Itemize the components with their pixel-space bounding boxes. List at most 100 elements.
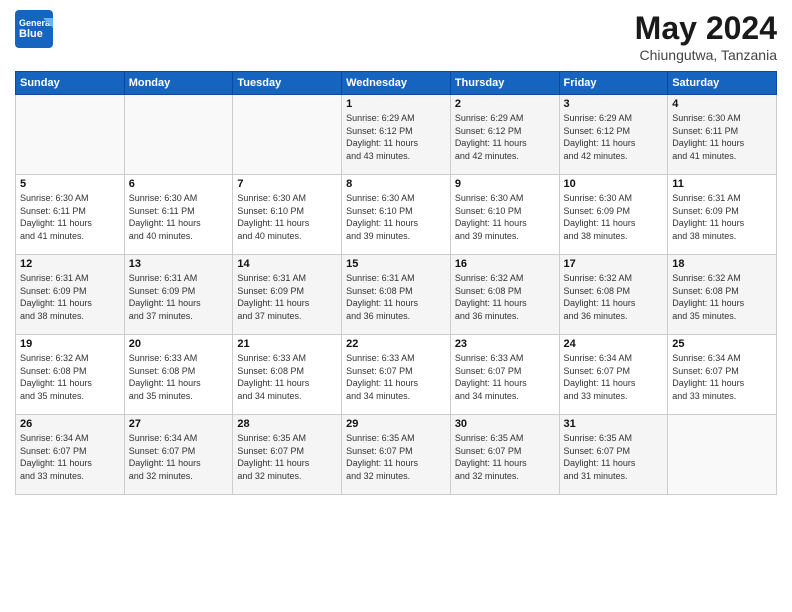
day-detail: Sunrise: 6:30 AM Sunset: 6:10 PM Dayligh… <box>455 192 555 242</box>
calendar-cell: 11 Sunrise: 6:31 AM Sunset: 6:09 PM Dayli… <box>668 175 777 255</box>
calendar-cell: 18 Sunrise: 6:32 AM Sunset: 6:08 PM Dayli… <box>668 255 777 335</box>
day-number: 10 <box>564 178 664 190</box>
day-detail: Sunrise: 6:33 AM Sunset: 6:07 PM Dayligh… <box>455 352 555 402</box>
calendar-cell: 30 Sunrise: 6:35 AM Sunset: 6:07 PM Dayli… <box>450 415 559 495</box>
day-detail: Sunrise: 6:33 AM Sunset: 6:07 PM Dayligh… <box>346 352 446 402</box>
calendar-cell: 1 Sunrise: 6:29 AM Sunset: 6:12 PM Daylig… <box>342 95 451 175</box>
day-detail: Sunrise: 6:29 AM Sunset: 6:12 PM Dayligh… <box>455 112 555 162</box>
calendar-cell: 13 Sunrise: 6:31 AM Sunset: 6:09 PM Dayli… <box>124 255 233 335</box>
day-number: 8 <box>346 178 446 190</box>
day-detail: Sunrise: 6:34 AM Sunset: 6:07 PM Dayligh… <box>672 352 772 402</box>
calendar-cell <box>668 415 777 495</box>
day-number: 17 <box>564 258 664 270</box>
day-detail: Sunrise: 6:34 AM Sunset: 6:07 PM Dayligh… <box>564 352 664 402</box>
calendar-cell: 3 Sunrise: 6:29 AM Sunset: 6:12 PM Daylig… <box>559 95 668 175</box>
calendar-cell: 7Sunrise: 6:30 AM Sunset: 6:10 PM Daylig… <box>233 175 342 255</box>
day-number: 25 <box>672 338 772 350</box>
weekday-header-sunday: Sunday <box>16 72 125 95</box>
logo-icon: General Blue <box>15 10 53 48</box>
day-number: 22 <box>346 338 446 350</box>
day-detail: Sunrise: 6:29 AM Sunset: 6:12 PM Dayligh… <box>564 112 664 162</box>
header: General Blue May 2024 Chiungutwa, Tanzan… <box>15 10 777 63</box>
calendar-cell: 20Sunrise: 6:33 AM Sunset: 6:08 PM Dayli… <box>124 335 233 415</box>
day-number: 23 <box>455 338 555 350</box>
day-number: 20 <box>129 338 229 350</box>
weekday-header-monday: Monday <box>124 72 233 95</box>
day-detail: Sunrise: 6:35 AM Sunset: 6:07 PM Dayligh… <box>564 432 664 482</box>
calendar-cell: 24Sunrise: 6:34 AM Sunset: 6:07 PM Dayli… <box>559 335 668 415</box>
logo: General Blue <box>15 10 55 48</box>
calendar-cell: 16Sunrise: 6:32 AM Sunset: 6:08 PM Dayli… <box>450 255 559 335</box>
day-detail: Sunrise: 6:35 AM Sunset: 6:07 PM Dayligh… <box>237 432 337 482</box>
day-number: 1 <box>346 98 446 110</box>
calendar-cell: 28 Sunrise: 6:35 AM Sunset: 6:07 PM Dayli… <box>233 415 342 495</box>
calendar-cell: 4 Sunrise: 6:30 AM Sunset: 6:11 PM Daylig… <box>668 95 777 175</box>
calendar-cell <box>16 95 125 175</box>
calendar-cell <box>124 95 233 175</box>
day-detail: Sunrise: 6:35 AM Sunset: 6:07 PM Dayligh… <box>346 432 446 482</box>
calendar-cell: 6 Sunrise: 6:30 AM Sunset: 6:11 PM Daylig… <box>124 175 233 255</box>
day-detail: Sunrise: 6:30 AM Sunset: 6:09 PM Dayligh… <box>564 192 664 242</box>
day-number: 21 <box>237 338 337 350</box>
day-detail: Sunrise: 6:30 AM Sunset: 6:11 PM Dayligh… <box>129 192 229 242</box>
day-detail: Sunrise: 6:32 AM Sunset: 6:08 PM Dayligh… <box>672 272 772 322</box>
calendar-cell: 31 Sunrise: 6:35 AM Sunset: 6:07 PM Dayli… <box>559 415 668 495</box>
svg-text:Blue: Blue <box>19 28 43 40</box>
weekday-header-wednesday: Wednesday <box>342 72 451 95</box>
day-detail: Sunrise: 6:35 AM Sunset: 6:07 PM Dayligh… <box>455 432 555 482</box>
day-detail: Sunrise: 6:31 AM Sunset: 6:09 PM Dayligh… <box>129 272 229 322</box>
day-detail: Sunrise: 6:32 AM Sunset: 6:08 PM Dayligh… <box>20 352 120 402</box>
day-number: 3 <box>564 98 664 110</box>
weekday-header-thursday: Thursday <box>450 72 559 95</box>
day-number: 9 <box>455 178 555 190</box>
calendar-cell <box>233 95 342 175</box>
day-number: 28 <box>237 418 337 430</box>
title-block: May 2024 Chiungutwa, Tanzania <box>635 10 777 63</box>
day-detail: Sunrise: 6:31 AM Sunset: 6:09 PM Dayligh… <box>672 192 772 242</box>
day-number: 6 <box>129 178 229 190</box>
weekday-header-saturday: Saturday <box>668 72 777 95</box>
calendar-week-2: 5 Sunrise: 6:30 AM Sunset: 6:11 PM Daylig… <box>16 175 777 255</box>
day-number: 27 <box>129 418 229 430</box>
day-number: 18 <box>672 258 772 270</box>
day-detail: Sunrise: 6:31 AM Sunset: 6:09 PM Dayligh… <box>237 272 337 322</box>
day-number: 31 <box>564 418 664 430</box>
calendar: SundayMondayTuesdayWednesdayThursdayFrid… <box>15 71 777 495</box>
calendar-cell: 26 Sunrise: 6:34 AM Sunset: 6:07 PM Dayli… <box>16 415 125 495</box>
day-number: 15 <box>346 258 446 270</box>
day-detail: Sunrise: 6:34 AM Sunset: 6:07 PM Dayligh… <box>129 432 229 482</box>
day-number: 30 <box>455 418 555 430</box>
day-number: 5 <box>20 178 120 190</box>
calendar-cell: 8 Sunrise: 6:30 AM Sunset: 6:10 PM Daylig… <box>342 175 451 255</box>
day-number: 13 <box>129 258 229 270</box>
calendar-cell: 14 Sunrise: 6:31 AM Sunset: 6:09 PM Dayli… <box>233 255 342 335</box>
day-number: 14 <box>237 258 337 270</box>
calendar-cell: 19Sunrise: 6:32 AM Sunset: 6:08 PM Dayli… <box>16 335 125 415</box>
day-detail: Sunrise: 6:31 AM Sunset: 6:09 PM Dayligh… <box>20 272 120 322</box>
day-detail: Sunrise: 6:33 AM Sunset: 6:08 PM Dayligh… <box>237 352 337 402</box>
location-subtitle: Chiungutwa, Tanzania <box>635 47 777 63</box>
day-detail: Sunrise: 6:32 AM Sunset: 6:08 PM Dayligh… <box>564 272 664 322</box>
calendar-cell: 12 Sunrise: 6:31 AM Sunset: 6:09 PM Dayli… <box>16 255 125 335</box>
day-number: 12 <box>20 258 120 270</box>
day-number: 11 <box>672 178 772 190</box>
calendar-cell: 2 Sunrise: 6:29 AM Sunset: 6:12 PM Daylig… <box>450 95 559 175</box>
calendar-week-5: 26 Sunrise: 6:34 AM Sunset: 6:07 PM Dayli… <box>16 415 777 495</box>
calendar-cell: 22 Sunrise: 6:33 AM Sunset: 6:07 PM Dayli… <box>342 335 451 415</box>
day-detail: Sunrise: 6:30 AM Sunset: 6:11 PM Dayligh… <box>20 192 120 242</box>
weekday-header-friday: Friday <box>559 72 668 95</box>
calendar-cell: 29 Sunrise: 6:35 AM Sunset: 6:07 PM Dayli… <box>342 415 451 495</box>
day-detail: Sunrise: 6:30 AM Sunset: 6:10 PM Dayligh… <box>346 192 446 242</box>
day-detail: Sunrise: 6:34 AM Sunset: 6:07 PM Dayligh… <box>20 432 120 482</box>
day-detail: Sunrise: 6:30 AM Sunset: 6:11 PM Dayligh… <box>672 112 772 162</box>
calendar-cell: 10 Sunrise: 6:30 AM Sunset: 6:09 PM Dayli… <box>559 175 668 255</box>
day-number: 26 <box>20 418 120 430</box>
day-number: 29 <box>346 418 446 430</box>
day-number: 2 <box>455 98 555 110</box>
page: General Blue May 2024 Chiungutwa, Tanzan… <box>0 0 792 612</box>
calendar-cell: 17 Sunrise: 6:32 AM Sunset: 6:08 PM Dayli… <box>559 255 668 335</box>
day-number: 4 <box>672 98 772 110</box>
day-detail: Sunrise: 6:29 AM Sunset: 6:12 PM Dayligh… <box>346 112 446 162</box>
day-detail: Sunrise: 6:32 AM Sunset: 6:08 PM Dayligh… <box>455 272 555 322</box>
weekday-header-tuesday: Tuesday <box>233 72 342 95</box>
